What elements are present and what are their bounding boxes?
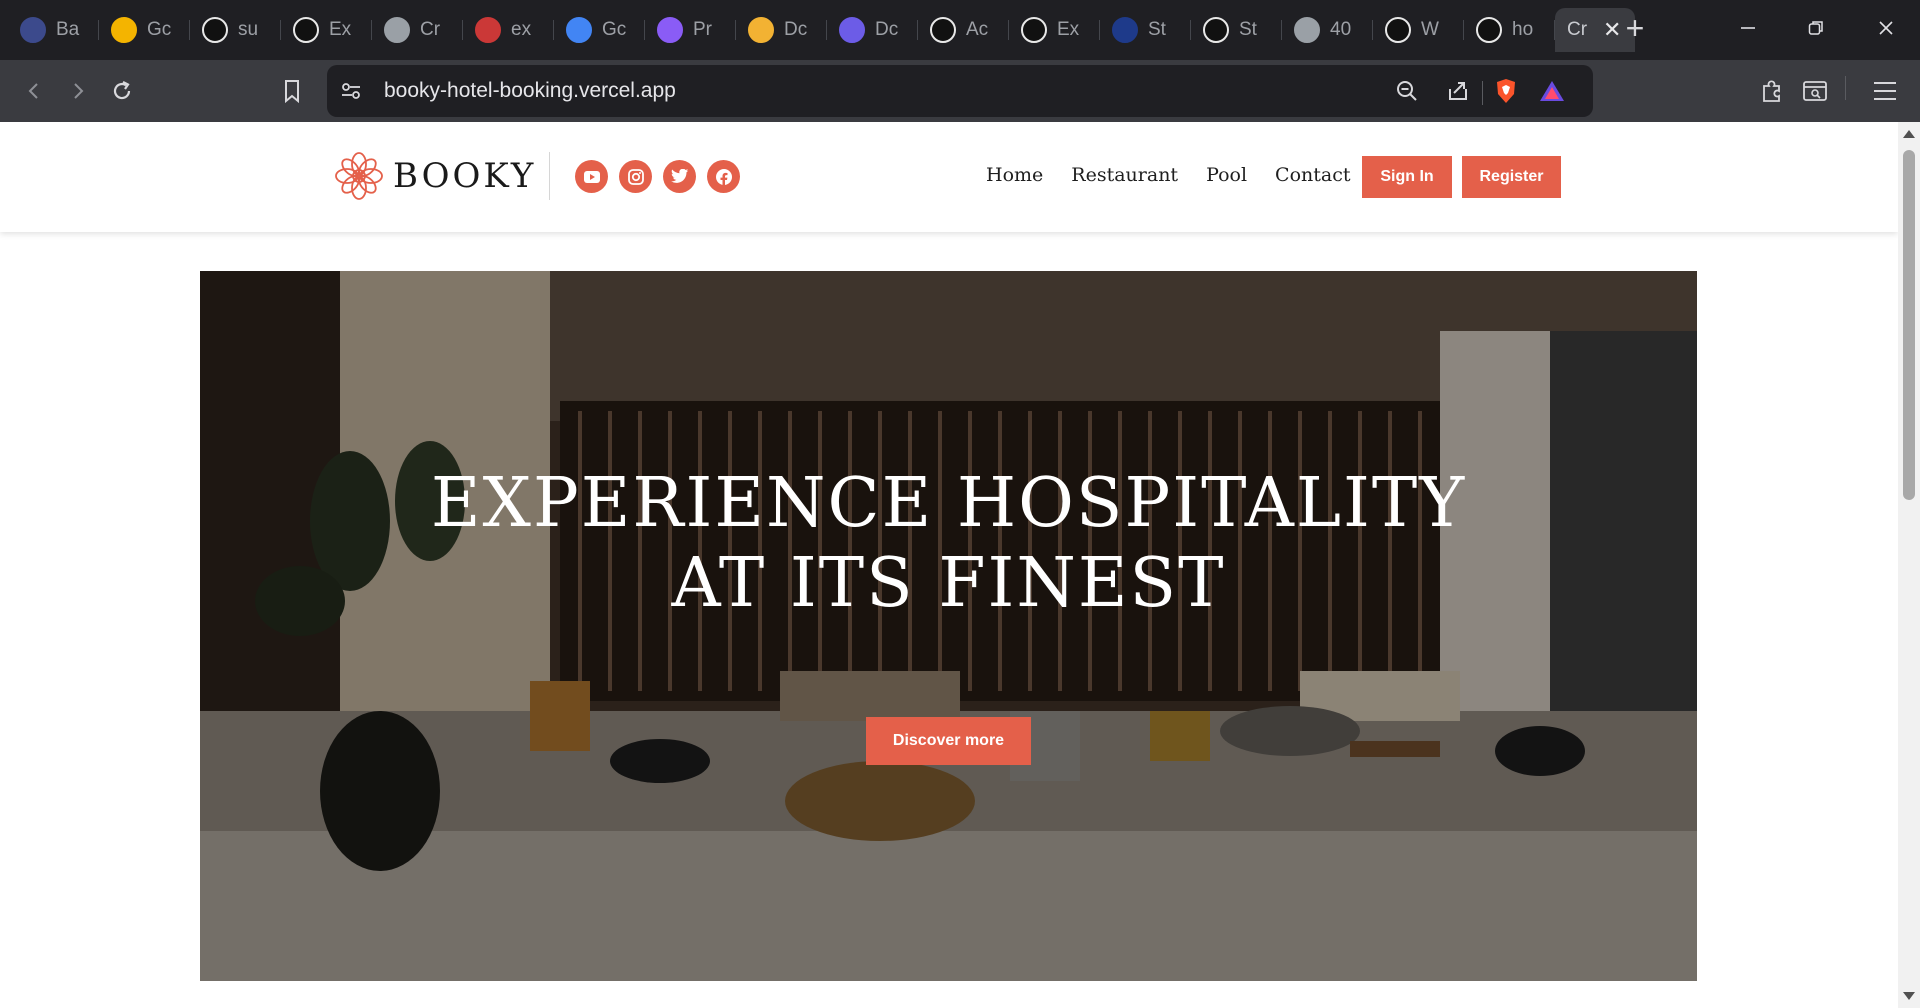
bulb-icon — [111, 17, 137, 43]
angular-icon — [293, 17, 319, 43]
browser-tab[interactable]: Gc — [554, 8, 645, 52]
browser-toolbar: booky-hotel-booking.vercel.app — [0, 60, 1920, 122]
browser-tab[interactable]: Dc — [736, 8, 827, 52]
social-links — [575, 160, 740, 193]
nav-link-restaurant[interactable]: Restaurant — [1071, 164, 1178, 186]
sign-in-button[interactable]: Sign In — [1362, 156, 1452, 198]
gemini-icon — [566, 17, 592, 43]
tab-title: St — [1239, 19, 1257, 40]
zoom-icon[interactable] — [1393, 77, 1421, 105]
site-header: BOOKY Home Restaurant Pool Contact Sign In … — [0, 122, 1898, 232]
code-icon — [1112, 17, 1138, 43]
hero-title-line-2: AT ITS FINEST — [671, 544, 1226, 623]
browser-tab[interactable]: Ex — [1009, 8, 1100, 52]
globe-icon — [1294, 17, 1320, 43]
browser-tab[interactable]: ex — [463, 8, 554, 52]
browser-tab[interactable]: Dc — [827, 8, 918, 52]
cube-icon — [657, 17, 683, 43]
forward-icon[interactable] — [60, 73, 96, 109]
browser-tab[interactable]: Pr — [645, 8, 736, 52]
reader-mode-icon[interactable] — [1797, 73, 1833, 109]
browser-tab[interactable]: Ac — [918, 8, 1009, 52]
instagram-icon[interactable] — [619, 160, 652, 193]
scroll-up-icon[interactable] — [1903, 130, 1915, 138]
tab-title: Ac — [966, 19, 989, 40]
browser-tab[interactable]: Ex — [281, 8, 372, 52]
tab-title: St — [1148, 19, 1166, 40]
browser-tab[interactable]: ho — [1464, 8, 1555, 52]
github-icon — [202, 17, 228, 43]
browser-tab[interactable]: St — [1191, 8, 1282, 52]
tab-title: 40 — [1330, 19, 1352, 40]
openai-icon — [1021, 17, 1047, 43]
tab-title: su — [238, 19, 259, 40]
browser-tab[interactable]: St — [1100, 8, 1191, 52]
youtube-icon[interactable] — [575, 160, 608, 193]
npm-icon — [475, 17, 501, 43]
browser-tab[interactable]: Gc — [99, 8, 190, 52]
brave-rewards-icon[interactable] — [1538, 77, 1566, 105]
scroll-down-icon[interactable] — [1903, 992, 1915, 1000]
circle-c-icon — [839, 17, 865, 43]
lotus-logo-icon — [335, 152, 383, 200]
close-window-icon[interactable] — [1862, 10, 1910, 46]
box-icon — [748, 17, 774, 43]
tab-title: Ex — [1057, 19, 1080, 40]
tab-title: Pr — [693, 19, 712, 40]
browser-tab-strip: Ba Gc su Ex Cr ex Gc Pr Dc Dc Ac Ex St St 40 Who Cr ✕ + — [0, 0, 1920, 60]
github-icon — [1203, 17, 1229, 43]
tab-title: Gc — [602, 19, 627, 40]
page-scrollbar[interactable] — [1898, 122, 1920, 1008]
tab-title: Gc — [147, 19, 172, 40]
extensions-icon[interactable] — [1754, 73, 1790, 109]
craft-icon — [384, 17, 410, 43]
browser-tab[interactable]: Ba — [8, 8, 99, 52]
web-page: BOOKY Home Restaurant Pool Contact Sign In … — [0, 122, 1898, 1008]
register-button[interactable]: Register — [1462, 156, 1561, 198]
share-icon[interactable] — [1444, 77, 1472, 105]
nav-link-contact[interactable]: Contact — [1275, 164, 1350, 186]
gemini-code-icon — [20, 17, 46, 43]
vercel-icon — [1385, 17, 1411, 43]
nav-link-pool[interactable]: Pool — [1206, 164, 1247, 186]
url-text[interactable]: booky-hotel-booking.vercel.app — [384, 79, 676, 103]
circle-c-icon — [930, 17, 956, 43]
tab-title: Dc — [875, 19, 899, 40]
discover-more-button[interactable]: Discover more — [866, 717, 1031, 765]
tab-title: ex — [511, 19, 532, 40]
brand-name: BOOKY — [393, 156, 537, 196]
browser-tab[interactable]: W — [1373, 8, 1464, 52]
menu-icon[interactable] — [1867, 73, 1903, 109]
address-bar[interactable]: booky-hotel-booking.vercel.app — [327, 65, 1593, 117]
bookmark-icon[interactable] — [274, 73, 310, 109]
tab-title: ho — [1512, 19, 1534, 40]
tab-title: Ex — [329, 19, 352, 40]
tab-title: W — [1421, 19, 1439, 40]
tab-title: Cr — [420, 19, 441, 40]
facebook-icon[interactable] — [707, 160, 740, 193]
back-icon[interactable] — [16, 73, 52, 109]
tab-title: Dc — [784, 19, 808, 40]
brave-shields-icon[interactable] — [1492, 77, 1520, 105]
minimize-icon[interactable] — [1724, 10, 1772, 46]
browser-tab[interactable]: Cr — [372, 8, 463, 52]
tab-title: Cr — [1567, 19, 1588, 40]
reload-icon[interactable] — [104, 73, 140, 109]
header-divider — [549, 152, 550, 200]
tab-title: Ba — [56, 19, 80, 40]
browser-tab[interactable]: su — [190, 8, 281, 52]
site-logo[interactable]: BOOKY — [333, 150, 536, 202]
new-tab-button[interactable]: + — [1617, 10, 1653, 46]
restore-icon[interactable] — [1792, 10, 1840, 46]
hero-banner: EXPERIENCE HOSPITALITY AT ITS FINEST Dis… — [200, 271, 1697, 981]
browser-tab[interactable]: 40 — [1282, 8, 1373, 52]
twitter-icon[interactable] — [663, 160, 696, 193]
main-nav: Home Restaurant Pool Contact — [986, 164, 1351, 186]
scrollbar-thumb[interactable] — [1903, 150, 1915, 500]
tab-list: Ba Gc su Ex Cr ex Gc Pr Dc Dc Ac Ex St St 40 Who Cr ✕ — [8, 8, 1635, 52]
nav-link-home[interactable]: Home — [986, 164, 1043, 186]
site-settings-icon[interactable] — [337, 77, 365, 105]
vercel-icon — [1476, 17, 1502, 43]
